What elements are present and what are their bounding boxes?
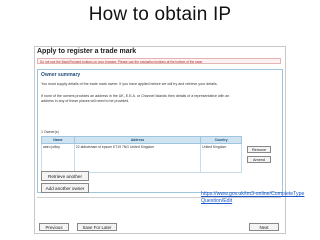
owner-instructions: You must supply details of the trade mar… (41, 82, 218, 86)
form-heading: Apply to register a trade mark (37, 48, 137, 55)
owner-representative-note: If none of the owners provides an addres… (41, 94, 230, 103)
remove-button[interactable]: Remove (247, 145, 272, 153)
owner-count: 1 Owner(s) (41, 130, 59, 134)
column-header-name: Name (41, 136, 75, 144)
navigation-warning: Do not use the Back/Forward buttons on y… (37, 58, 281, 64)
owner-address-cell: 22 abbotsham st epsom KT19 7NG United Ki… (73, 143, 202, 173)
trade-mark-form-screenshot: Apply to register a trade mark Do not us… (34, 46, 286, 234)
owner-actions-cell: Remove Amend (242, 144, 278, 173)
column-header-address: Address (73, 136, 202, 144)
owner-summary-legend: Owner summary (41, 72, 81, 78)
slide-title: How to obtain IP (88, 4, 232, 25)
owner-summary-panel: Owner summary You must supply details of… (37, 69, 283, 193)
owners-table-header: Name Address Country (41, 136, 278, 144)
amend-button[interactable]: Amend (247, 155, 272, 163)
source-link[interactable]: https://www.gov.uk/tm3-online/CompleteTy… (201, 191, 307, 204)
column-header-actions (242, 137, 278, 144)
next-button[interactable]: Next (249, 223, 279, 231)
save-for-later-button[interactable]: Save For Later (77, 223, 117, 231)
add-another-owner-button[interactable]: Add another owner (41, 183, 89, 193)
table-row: astro jollloy 22 abbotsham st epsom KT19… (41, 143, 278, 173)
retrieve-another-owner-button[interactable]: Retrieve another owner (41, 171, 89, 189)
owner-name-cell: astro jollloy (41, 143, 75, 173)
previous-button[interactable]: Previous (39, 223, 69, 231)
owners-table: Name Address Country astro jollloy 22 ab… (41, 136, 278, 173)
column-header-country: Country (200, 136, 243, 144)
owner-country-cell: United Kingdom (200, 143, 243, 173)
